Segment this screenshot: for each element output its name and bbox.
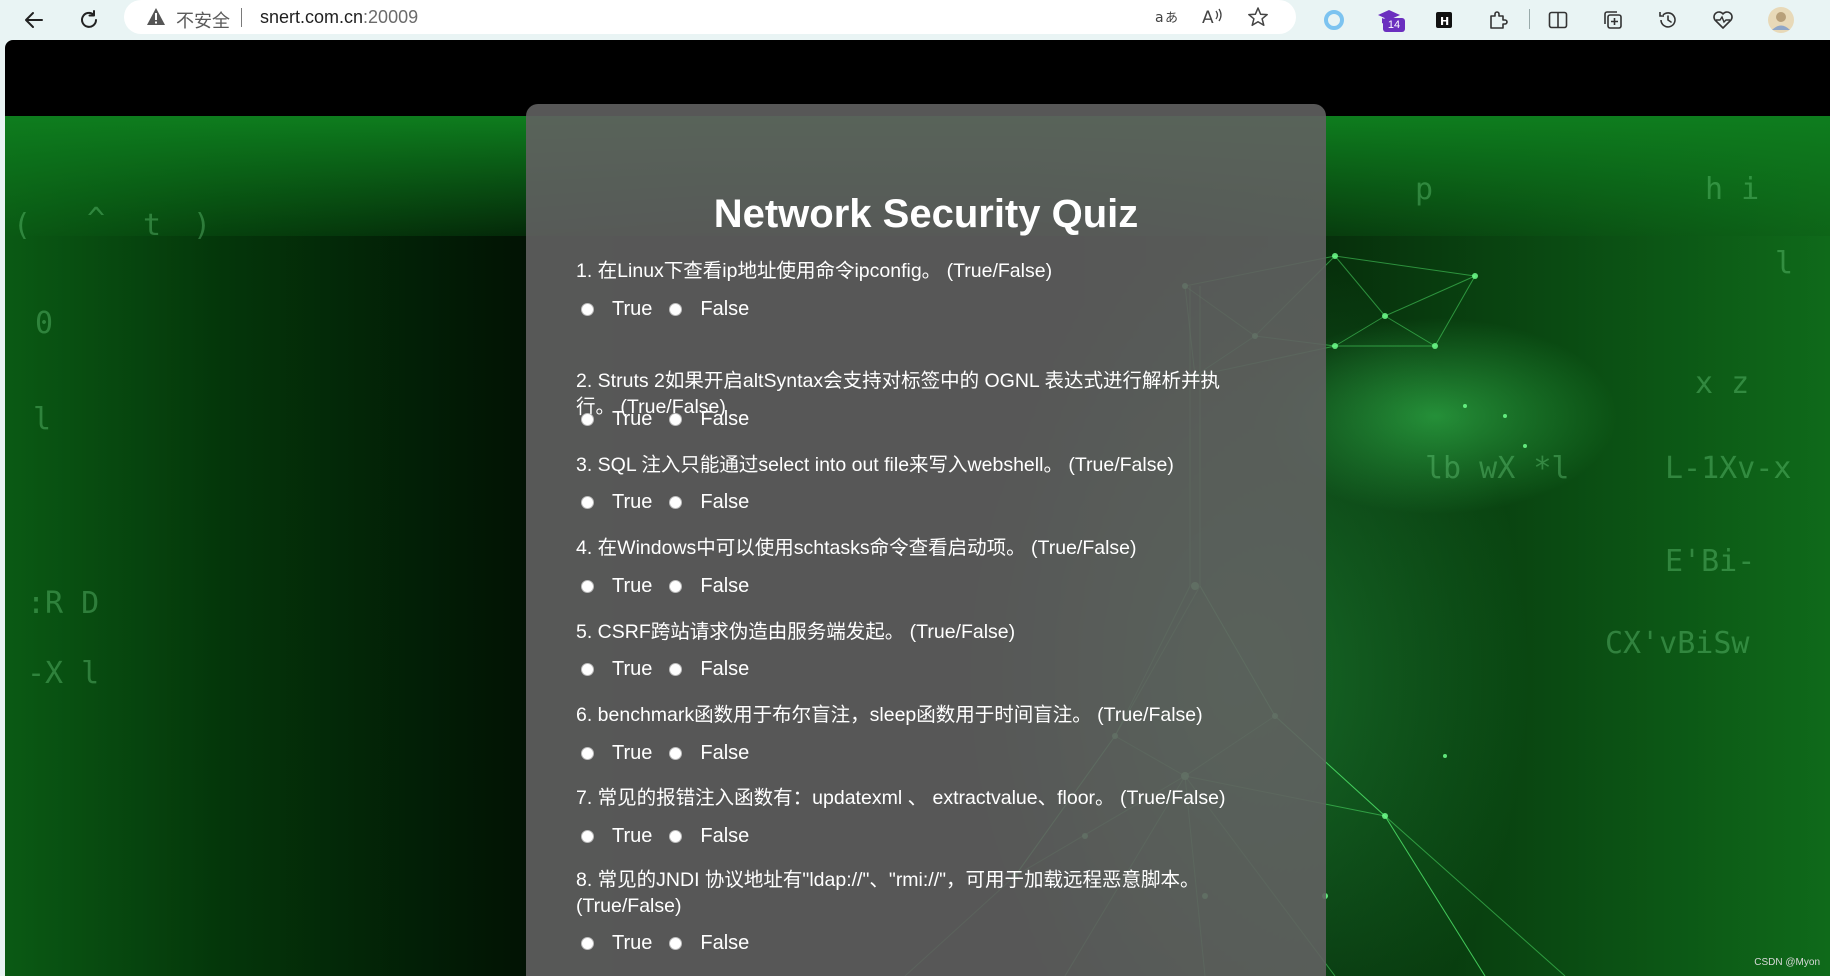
question-4-text: 4. 在Windows中可以使用schtasks命令查看启动项。 (True/F… [576, 537, 1137, 559]
back-arrow-icon [25, 12, 43, 28]
url-port: :20009 [363, 7, 419, 27]
question-1-text: 1. 在Linux下查看ip地址使用命令ipconfig。 (True/Fals… [576, 260, 1053, 282]
extension-h-icon[interactable]: H [1428, 4, 1460, 36]
reload-icon [81, 10, 97, 28]
q8-true-radio[interactable] [581, 936, 594, 950]
q6-true-label[interactable]: True [612, 742, 652, 765]
svg-text:あ: あ [1165, 11, 1178, 26]
q6-true-radio[interactable] [581, 746, 594, 760]
q3-true-label[interactable]: True [612, 491, 652, 514]
h-square-icon: H [1436, 12, 1452, 28]
question-8-text: 8. 常见的JNDI 协议地址有"ldap://"、"rmi://"，可用于加载… [576, 869, 1200, 917]
url-host: snert.com.cn [260, 7, 364, 27]
question-6-answers: True False [581, 740, 749, 766]
q4-false-label[interactable]: False [700, 575, 749, 598]
favorite-star-icon[interactable] [1246, 5, 1270, 29]
q3-true-radio[interactable] [581, 495, 594, 509]
read-aloud-glyph-icon: A [1202, 8, 1222, 28]
q2-true-radio[interactable] [581, 412, 594, 426]
question-2-answers: True False [581, 406, 749, 432]
q5-true-radio[interactable] [581, 662, 594, 676]
quiz-panel: Network Security Quiz 1. 在Linux下查看ip地址使用… [526, 104, 1326, 976]
split-screen-icon [1548, 11, 1568, 29]
toolbar-divider [1529, 9, 1530, 29]
q1-true-label[interactable]: True [612, 298, 652, 321]
q2-false-radio[interactable] [669, 412, 683, 426]
svg-text:a: a [1155, 10, 1164, 26]
svg-text:A: A [1202, 8, 1214, 28]
q2-true-label[interactable]: True [612, 408, 652, 431]
q8-true-label[interactable]: True [612, 932, 652, 955]
history-clock-icon [1659, 12, 1676, 28]
q5-false-radio[interactable] [669, 662, 683, 676]
q6-false-label[interactable]: False [700, 742, 749, 765]
split-screen-button[interactable] [1542, 4, 1574, 36]
collections-icon [1604, 11, 1622, 29]
read-aloud-icon[interactable]: A [1200, 5, 1224, 29]
question-7-answers: True False [581, 823, 749, 849]
q3-false-label[interactable]: False [700, 491, 749, 514]
avatar-icon [1768, 7, 1794, 33]
q4-false-radio[interactable] [669, 579, 683, 593]
profile-avatar[interactable] [1765, 4, 1797, 36]
translate-icon[interactable]: a あ [1154, 5, 1178, 29]
browser-toolbar: 不安全 snert.com.cn:20009 a あ A 14 H [0, 0, 1830, 40]
warning-icon [147, 8, 165, 25]
question-5-text: 5. CSRF跨站请求伪造由服务端发起。 (True/False) [576, 621, 1016, 643]
q8-false-label[interactable]: False [700, 932, 749, 955]
question-3-text: 3. SQL 注入只能通过select into out file来写入webs… [576, 454, 1174, 476]
svg-text:H: H [1440, 15, 1449, 28]
q2-false-label[interactable]: False [700, 408, 749, 431]
address-bar[interactable]: 不安全 snert.com.cn:20009 a あ A [124, 0, 1296, 34]
q1-false-label[interactable]: False [700, 298, 749, 321]
browser-essentials-button[interactable] [1707, 4, 1739, 36]
translate-glyph-icon: a あ [1155, 10, 1178, 26]
q7-false-label[interactable]: False [700, 825, 749, 848]
back-button[interactable] [17, 3, 51, 37]
blue-ring-icon [1324, 10, 1344, 30]
history-button[interactable] [1652, 4, 1684, 36]
q7-true-radio[interactable] [581, 829, 594, 843]
page-viewport: ( ^ t ) 0 l :R D -X l p h i l x z L-1Xv-… [5, 40, 1830, 976]
q1-true-radio[interactable] [581, 302, 594, 316]
q3-false-radio[interactable] [669, 495, 683, 509]
reload-button[interactable] [72, 3, 106, 37]
extension-circle-icon[interactable] [1318, 4, 1350, 36]
q5-true-label[interactable]: True [612, 658, 652, 681]
collections-button[interactable] [1597, 4, 1629, 36]
q7-false-radio[interactable] [669, 829, 683, 843]
q7-true-label[interactable]: True [612, 825, 652, 848]
q4-true-label[interactable]: True [612, 575, 652, 598]
security-status-text[interactable]: 不安全 [176, 7, 230, 33]
q5-false-label[interactable]: False [700, 658, 749, 681]
extensions-puzzle-button[interactable] [1482, 4, 1514, 36]
q4-true-radio[interactable] [581, 579, 594, 593]
q8-false-radio[interactable] [669, 936, 683, 950]
question-7-text: 7. 常见的报错注入函数有：updatexml 、 extractvalue、f… [576, 787, 1226, 809]
q1-false-radio[interactable] [669, 302, 683, 316]
question-4-answers: True False [581, 573, 749, 599]
page-title: Network Security Quiz [713, 192, 1139, 236]
url-text[interactable]: snert.com.cn:20009 [260, 7, 418, 28]
question-1-answers: True False [581, 296, 749, 322]
question-5-answers: True False [581, 656, 749, 682]
csdn-watermark: CSDN @Myon⁠ [1754, 957, 1820, 968]
puzzle-icon [1490, 11, 1508, 29]
extension-badge: 14 [1383, 18, 1405, 32]
address-divider [241, 8, 242, 27]
question-8-answers: True False [581, 930, 749, 956]
question-3-answers: True False [581, 489, 749, 515]
question-6-text: 6. benchmark函数用于布尔盲注，sleep函数用于时间盲注。 (Tru… [576, 704, 1203, 726]
star-outline-icon [1248, 7, 1268, 27]
q6-false-radio[interactable] [669, 746, 683, 760]
heart-pulse-icon [1713, 11, 1733, 29]
